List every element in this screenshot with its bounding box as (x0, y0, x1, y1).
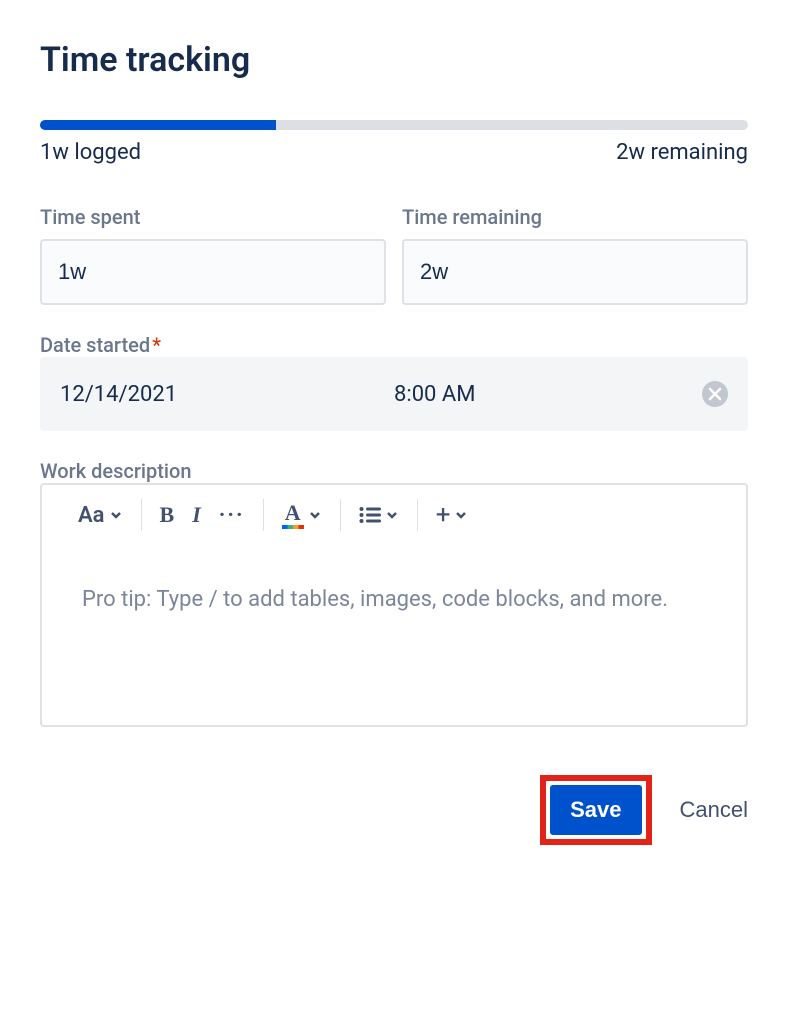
text-color-button[interactable]: A (282, 502, 322, 529)
time-spent-label: Time spent (40, 205, 386, 229)
date-started-label: Date started* (40, 333, 161, 357)
progress-fill (40, 120, 276, 130)
progress-logged-label: 1w logged (40, 140, 141, 165)
editor-toolbar: Aa B I ··· A (42, 485, 746, 545)
editor-content[interactable]: Pro tip: Type / to add tables, images, c… (42, 545, 746, 725)
required-marker: * (152, 333, 161, 357)
more-formatting-button[interactable]: ··· (219, 503, 245, 528)
editor-placeholder: Pro tip: Type / to add tables, images, c… (82, 581, 706, 618)
list-icon (359, 506, 381, 524)
chevron-down-icon (385, 508, 399, 522)
time-remaining-label: Time remaining (402, 205, 748, 229)
date-started-field[interactable]: 12/14/2021 8:00 AM (40, 357, 748, 431)
list-button[interactable] (359, 506, 399, 524)
text-style-button[interactable]: Aa (78, 503, 123, 528)
time-spent-input[interactable] (40, 239, 386, 305)
work-description-label: Work description (40, 459, 191, 483)
work-description-editor: Aa B I ··· A (40, 483, 748, 727)
clear-date-icon[interactable] (702, 381, 728, 407)
dialog-title: Time tracking (40, 40, 748, 80)
italic-button[interactable]: I (192, 502, 201, 528)
cancel-button[interactable]: Cancel (680, 797, 748, 823)
bold-button[interactable]: B (160, 502, 175, 528)
chevron-down-icon (454, 508, 468, 522)
save-button[interactable]: Save (550, 785, 641, 835)
save-highlight-box: Save (540, 775, 651, 845)
date-started-date[interactable]: 12/14/2021 (60, 382, 394, 407)
insert-button[interactable]: + (436, 502, 469, 528)
date-started-time[interactable]: 8:00 AM (394, 382, 702, 407)
progress-remaining-label: 2w remaining (616, 140, 748, 165)
chevron-down-icon (308, 508, 322, 522)
chevron-down-icon (109, 508, 123, 522)
progress-bar (40, 120, 748, 130)
time-remaining-input[interactable] (402, 239, 748, 305)
